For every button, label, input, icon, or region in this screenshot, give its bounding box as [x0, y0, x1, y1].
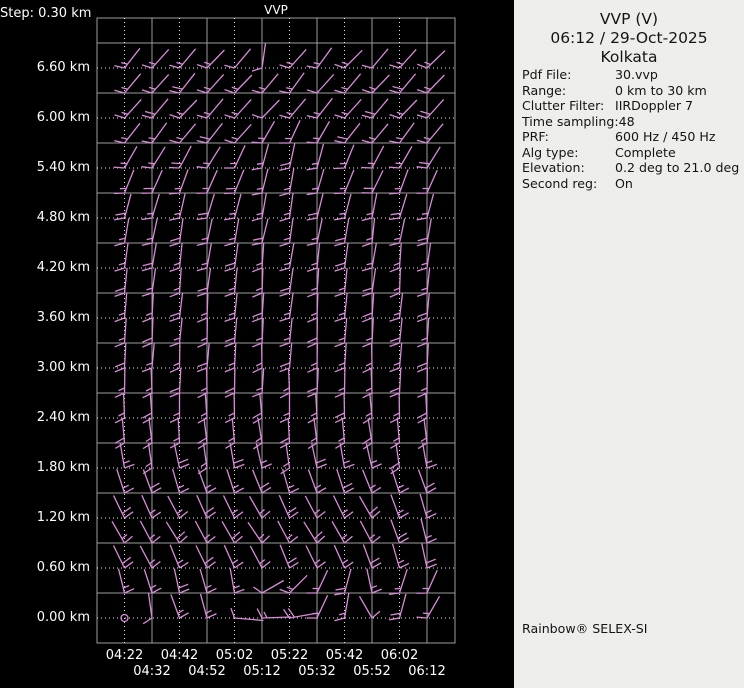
- info-field-label: Pdf File:: [522, 67, 615, 83]
- info-field: Clutter Filter:IIRDoppler 7: [522, 98, 742, 114]
- info-panel: VVP (V) 06:12 / 29-Oct-2025 Kolkata Pdf …: [514, 0, 744, 688]
- panel-datetime: 06:12 / 29-Oct-2025: [514, 29, 744, 47]
- info-field-label: PRF:: [522, 129, 615, 145]
- info-field-label: Clutter Filter:: [522, 98, 615, 114]
- info-field-value: 0 km to 30 km: [615, 83, 742, 99]
- panel-fields: Pdf File:30.vvpRange:0 km to 30 kmClutte…: [522, 67, 742, 191]
- brand-label: Rainbow® SELEX-SI: [522, 621, 647, 636]
- info-field-value: 600 Hz / 450 Hz: [615, 129, 742, 145]
- panel-site: Kolkata: [514, 48, 744, 66]
- vvp-window: VVP Step: 0.30 km 6.60 km6.00 km5.40 km4…: [0, 0, 744, 688]
- info-field: Time sampling:48: [522, 114, 742, 130]
- info-field: Alg type:Complete: [522, 145, 742, 161]
- info-field-value: 0.2 deg to 21.0 deg: [615, 160, 742, 176]
- info-field-value: On: [615, 176, 742, 192]
- info-field-label: Time sampling:: [522, 114, 619, 130]
- info-field: PRF:600 Hz / 450 Hz: [522, 129, 742, 145]
- info-field-value: 30.vvp: [615, 67, 742, 83]
- info-field-label: Second reg:: [522, 176, 615, 192]
- plot-region: VVP Step: 0.30 km 6.60 km6.00 km5.40 km4…: [0, 0, 514, 688]
- info-field: Pdf File:30.vvp: [522, 67, 742, 83]
- wind-barb-chart: [0, 0, 514, 688]
- info-field: Second reg:On: [522, 176, 742, 192]
- info-field-label: Elevation:: [522, 160, 615, 176]
- info-field: Elevation:0.2 deg to 21.0 deg: [522, 160, 742, 176]
- info-field-value: Complete: [615, 145, 742, 161]
- info-field-value: IIRDoppler 7: [615, 98, 742, 114]
- panel-title: VVP (V): [514, 10, 744, 28]
- info-field: Range:0 km to 30 km: [522, 83, 742, 99]
- info-field-label: Range:: [522, 83, 615, 99]
- info-field-label: Alg type:: [522, 145, 615, 161]
- info-field-value: 48: [619, 114, 742, 130]
